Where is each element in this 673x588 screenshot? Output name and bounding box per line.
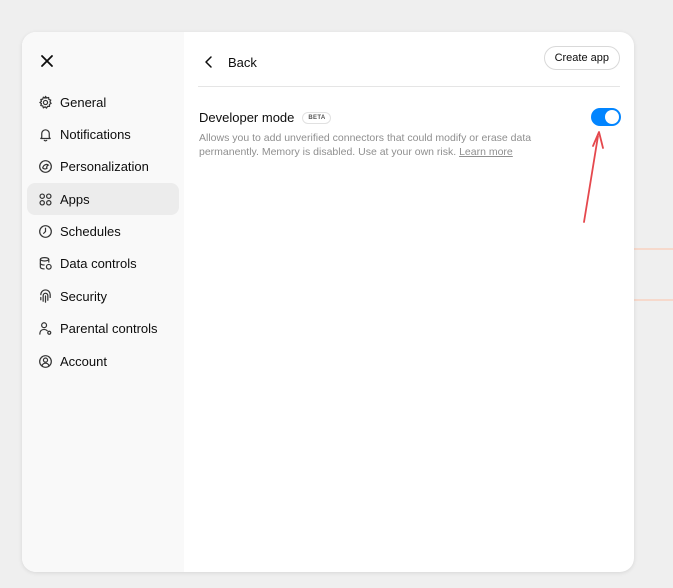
sidebar-item-label: Data controls (60, 256, 137, 272)
close-button[interactable] (36, 50, 58, 72)
settings-nav: General Notifications Personalization Ap… (27, 86, 179, 378)
learn-more-link[interactable]: Learn more (459, 146, 513, 158)
settings-dialog: General Notifications Personalization Ap… (22, 32, 634, 572)
developer-mode-title: Developer mode (199, 110, 295, 125)
apps-header: Back Create app (198, 44, 620, 87)
clock-icon (37, 224, 53, 240)
close-icon (41, 55, 53, 67)
sidebar-item-label: Schedules (60, 224, 121, 240)
personalization-icon (37, 159, 53, 175)
developer-mode-toggle[interactable] (591, 108, 621, 126)
developer-mode-description: Allows you to add unverified connectors … (199, 132, 532, 158)
back-label: Back (228, 54, 257, 70)
sidebar-item-parental-controls[interactable]: Parental controls (27, 313, 179, 345)
sidebar-item-general[interactable]: General (27, 86, 179, 118)
sidebar-item-label: Account (60, 353, 107, 369)
database-icon (37, 256, 53, 272)
sidebar-item-label: Notifications (60, 126, 131, 142)
bell-icon (37, 126, 53, 142)
toggle-knob (605, 110, 619, 124)
chevron-left-icon (205, 56, 212, 68)
sidebar-item-label: Personalization (60, 159, 149, 175)
parental-icon (37, 321, 53, 337)
gear-icon (37, 94, 53, 110)
back-button[interactable]: Back (202, 51, 257, 73)
sidebar-item-data-controls[interactable]: Data controls (27, 248, 179, 280)
sidebar-item-personalization[interactable]: Personalization (27, 151, 179, 183)
apps-grid-icon (37, 191, 53, 207)
account-icon (37, 353, 53, 369)
settings-sidebar: General Notifications Personalization Ap… (22, 32, 184, 572)
sidebar-item-apps[interactable]: Apps (27, 183, 179, 216)
sidebar-item-account[interactable]: Account (27, 345, 179, 377)
sidebar-item-label: Apps (60, 191, 90, 207)
settings-main: Back Create app Developer mode BETA Allo… (184, 32, 634, 572)
sidebar-item-notifications[interactable]: Notifications (27, 118, 179, 150)
background-line (634, 299, 673, 301)
sidebar-item-label: General (60, 94, 107, 110)
sidebar-item-label: Security (60, 288, 107, 304)
sidebar-item-schedules[interactable]: Schedules (27, 216, 179, 248)
background-line (634, 248, 673, 250)
sidebar-item-label: Parental controls (60, 321, 158, 337)
fingerprint-icon (37, 288, 53, 304)
beta-badge: BETA (302, 111, 332, 124)
create-app-button[interactable]: Create app (543, 46, 620, 70)
developer-mode-setting: Developer mode BETA Allows you to add un… (199, 110, 619, 159)
sidebar-item-security[interactable]: Security (27, 280, 179, 312)
